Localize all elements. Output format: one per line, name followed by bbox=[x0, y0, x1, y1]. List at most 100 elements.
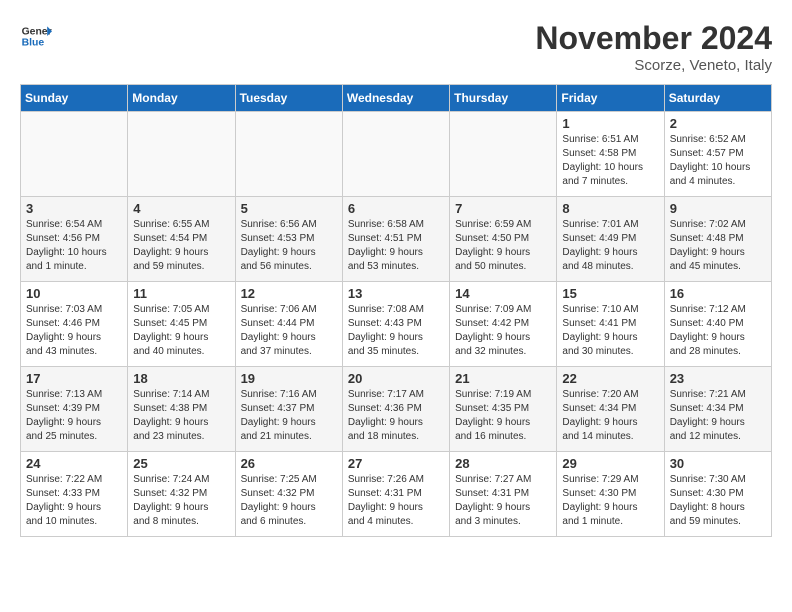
day-info: Sunrise: 7:16 AM Sunset: 4:37 PM Dayligh… bbox=[241, 388, 337, 444]
weekday-header: Monday bbox=[128, 85, 235, 112]
calendar-day-cell: 11 Sunrise: 7:05 AM Sunset: 4:45 PM Dayli… bbox=[128, 282, 235, 367]
day-info: Sunrise: 7:17 AM Sunset: 4:36 PM Dayligh… bbox=[348, 388, 444, 444]
day-number: 16 bbox=[670, 286, 766, 301]
calendar-day-cell: 9 Sunrise: 7:02 AM Sunset: 4:48 PM Daylig… bbox=[664, 197, 771, 282]
calendar-day-cell: 17Sunrise: 7:13 AM Sunset: 4:39 PM Dayli… bbox=[21, 367, 128, 452]
day-info: Sunrise: 7:20 AM Sunset: 4:34 PM Dayligh… bbox=[562, 388, 658, 444]
logo-icon: General Blue bbox=[20, 20, 52, 52]
day-number: 11 bbox=[133, 286, 229, 301]
day-number: 8 bbox=[562, 201, 658, 216]
day-info: Sunrise: 7:13 AM Sunset: 4:39 PM Dayligh… bbox=[26, 388, 122, 444]
calendar-week-row: 1 Sunrise: 6:51 AM Sunset: 4:58 PM Daylig… bbox=[21, 112, 772, 197]
title-block: November 2024 Scorze, Veneto, Italy bbox=[535, 20, 772, 74]
location: Scorze, Veneto, Italy bbox=[535, 57, 772, 74]
day-number: 21 bbox=[455, 371, 551, 386]
svg-text:Blue: Blue bbox=[22, 38, 45, 49]
day-number: 18 bbox=[133, 371, 229, 386]
calendar-day-cell: 10Sunrise: 7:03 AM Sunset: 4:46 PM Dayli… bbox=[21, 282, 128, 367]
day-number: 30 bbox=[670, 456, 766, 471]
day-info: Sunrise: 6:51 AM Sunset: 4:58 PM Dayligh… bbox=[562, 133, 658, 189]
calendar-day-cell: 26Sunrise: 7:25 AM Sunset: 4:32 PM Dayli… bbox=[235, 452, 342, 537]
calendar-day-cell: 12 Sunrise: 7:06 AM Sunset: 4:44 PM Dayli… bbox=[235, 282, 342, 367]
day-number: 22 bbox=[562, 371, 658, 386]
calendar-day-cell: 7 Sunrise: 6:59 AM Sunset: 4:50 PM Daylig… bbox=[450, 197, 557, 282]
weekday-header: Tuesday bbox=[235, 85, 342, 112]
day-number: 15 bbox=[562, 286, 658, 301]
calendar-day-cell: 13 Sunrise: 7:08 AM Sunset: 4:43 PM Dayli… bbox=[342, 282, 449, 367]
calendar-day-cell: 27 Sunrise: 7:26 AM Sunset: 4:31 PM Dayli… bbox=[342, 452, 449, 537]
day-info: Sunrise: 7:06 AM Sunset: 4:44 PM Dayligh… bbox=[241, 303, 337, 359]
day-info: Sunrise: 7:05 AM Sunset: 4:45 PM Dayligh… bbox=[133, 303, 229, 359]
day-info: Sunrise: 7:30 AM Sunset: 4:30 PM Dayligh… bbox=[670, 473, 766, 529]
calendar-day-cell bbox=[450, 112, 557, 197]
day-info: Sunrise: 7:02 AM Sunset: 4:48 PM Dayligh… bbox=[670, 218, 766, 274]
calendar-day-cell bbox=[21, 112, 128, 197]
day-info: Sunrise: 6:54 AM Sunset: 4:56 PM Dayligh… bbox=[26, 218, 122, 274]
day-info: Sunrise: 7:14 AM Sunset: 4:38 PM Dayligh… bbox=[133, 388, 229, 444]
day-number: 24 bbox=[26, 456, 122, 471]
calendar-day-cell: 30 Sunrise: 7:30 AM Sunset: 4:30 PM Dayli… bbox=[664, 452, 771, 537]
day-info: Sunrise: 7:03 AM Sunset: 4:46 PM Dayligh… bbox=[26, 303, 122, 359]
day-info: Sunrise: 6:59 AM Sunset: 4:50 PM Dayligh… bbox=[455, 218, 551, 274]
calendar-day-cell: 19 Sunrise: 7:16 AM Sunset: 4:37 PM Dayli… bbox=[235, 367, 342, 452]
day-number: 5 bbox=[241, 201, 337, 216]
calendar-week-row: 10Sunrise: 7:03 AM Sunset: 4:46 PM Dayli… bbox=[21, 282, 772, 367]
day-number: 20 bbox=[348, 371, 444, 386]
calendar-day-cell: 14 Sunrise: 7:09 AM Sunset: 4:42 PM Dayli… bbox=[450, 282, 557, 367]
weekday-header: Wednesday bbox=[342, 85, 449, 112]
calendar-day-cell: 16 Sunrise: 7:12 AM Sunset: 4:40 PM Dayli… bbox=[664, 282, 771, 367]
day-info: Sunrise: 7:08 AM Sunset: 4:43 PM Dayligh… bbox=[348, 303, 444, 359]
calendar-day-cell: 21 Sunrise: 7:19 AM Sunset: 4:35 PM Dayli… bbox=[450, 367, 557, 452]
day-number: 1 bbox=[562, 116, 658, 131]
calendar-header: SundayMondayTuesdayWednesdayThursdayFrid… bbox=[21, 85, 772, 112]
day-info: Sunrise: 7:22 AM Sunset: 4:33 PM Dayligh… bbox=[26, 473, 122, 529]
day-info: Sunrise: 7:25 AM Sunset: 4:32 PM Dayligh… bbox=[241, 473, 337, 529]
month-year: November 2024 bbox=[535, 20, 772, 57]
day-info: Sunrise: 7:21 AM Sunset: 4:34 PM Dayligh… bbox=[670, 388, 766, 444]
calendar-day-cell bbox=[235, 112, 342, 197]
logo: General Blue bbox=[20, 20, 52, 52]
weekday-header: Saturday bbox=[664, 85, 771, 112]
day-number: 9 bbox=[670, 201, 766, 216]
day-number: 19 bbox=[241, 371, 337, 386]
day-info: Sunrise: 7:19 AM Sunset: 4:35 PM Dayligh… bbox=[455, 388, 551, 444]
day-number: 27 bbox=[348, 456, 444, 471]
calendar-day-cell: 5 Sunrise: 6:56 AM Sunset: 4:53 PM Daylig… bbox=[235, 197, 342, 282]
weekday-header: Sunday bbox=[21, 85, 128, 112]
day-info: Sunrise: 6:55 AM Sunset: 4:54 PM Dayligh… bbox=[133, 218, 229, 274]
day-info: Sunrise: 7:12 AM Sunset: 4:40 PM Dayligh… bbox=[670, 303, 766, 359]
day-number: 3 bbox=[26, 201, 122, 216]
calendar-week-row: 24 Sunrise: 7:22 AM Sunset: 4:33 PM Dayli… bbox=[21, 452, 772, 537]
calendar-day-cell: 28Sunrise: 7:27 AM Sunset: 4:31 PM Dayli… bbox=[450, 452, 557, 537]
calendar-day-cell: 25Sunrise: 7:24 AM Sunset: 4:32 PM Dayli… bbox=[128, 452, 235, 537]
day-info: Sunrise: 7:24 AM Sunset: 4:32 PM Dayligh… bbox=[133, 473, 229, 529]
day-info: Sunrise: 6:52 AM Sunset: 4:57 PM Dayligh… bbox=[670, 133, 766, 189]
calendar-day-cell: 3 Sunrise: 6:54 AM Sunset: 4:56 PM Daylig… bbox=[21, 197, 128, 282]
calendar-table: SundayMondayTuesdayWednesdayThursdayFrid… bbox=[20, 84, 772, 537]
day-info: Sunrise: 7:01 AM Sunset: 4:49 PM Dayligh… bbox=[562, 218, 658, 274]
day-info: Sunrise: 7:26 AM Sunset: 4:31 PM Dayligh… bbox=[348, 473, 444, 529]
calendar-day-cell: 24 Sunrise: 7:22 AM Sunset: 4:33 PM Dayli… bbox=[21, 452, 128, 537]
day-info: Sunrise: 6:56 AM Sunset: 4:53 PM Dayligh… bbox=[241, 218, 337, 274]
day-number: 29 bbox=[562, 456, 658, 471]
day-number: 14 bbox=[455, 286, 551, 301]
calendar-day-cell: 4Sunrise: 6:55 AM Sunset: 4:54 PM Daylig… bbox=[128, 197, 235, 282]
day-number: 7 bbox=[455, 201, 551, 216]
day-number: 6 bbox=[348, 201, 444, 216]
day-info: Sunrise: 7:09 AM Sunset: 4:42 PM Dayligh… bbox=[455, 303, 551, 359]
calendar-day-cell: 6Sunrise: 6:58 AM Sunset: 4:51 PM Daylig… bbox=[342, 197, 449, 282]
day-number: 28 bbox=[455, 456, 551, 471]
calendar-week-row: 3 Sunrise: 6:54 AM Sunset: 4:56 PM Daylig… bbox=[21, 197, 772, 282]
calendar-week-row: 17Sunrise: 7:13 AM Sunset: 4:39 PM Dayli… bbox=[21, 367, 772, 452]
day-number: 2 bbox=[670, 116, 766, 131]
calendar-day-cell: 8 Sunrise: 7:01 AM Sunset: 4:49 PM Daylig… bbox=[557, 197, 664, 282]
day-number: 23 bbox=[670, 371, 766, 386]
day-number: 13 bbox=[348, 286, 444, 301]
day-number: 12 bbox=[241, 286, 337, 301]
calendar-day-cell bbox=[342, 112, 449, 197]
day-info: Sunrise: 7:29 AM Sunset: 4:30 PM Dayligh… bbox=[562, 473, 658, 529]
calendar-day-cell: 1 Sunrise: 6:51 AM Sunset: 4:58 PM Daylig… bbox=[557, 112, 664, 197]
weekday-header: Thursday bbox=[450, 85, 557, 112]
calendar-day-cell: 29 Sunrise: 7:29 AM Sunset: 4:30 PM Dayli… bbox=[557, 452, 664, 537]
calendar-day-cell: 23 Sunrise: 7:21 AM Sunset: 4:34 PM Dayli… bbox=[664, 367, 771, 452]
